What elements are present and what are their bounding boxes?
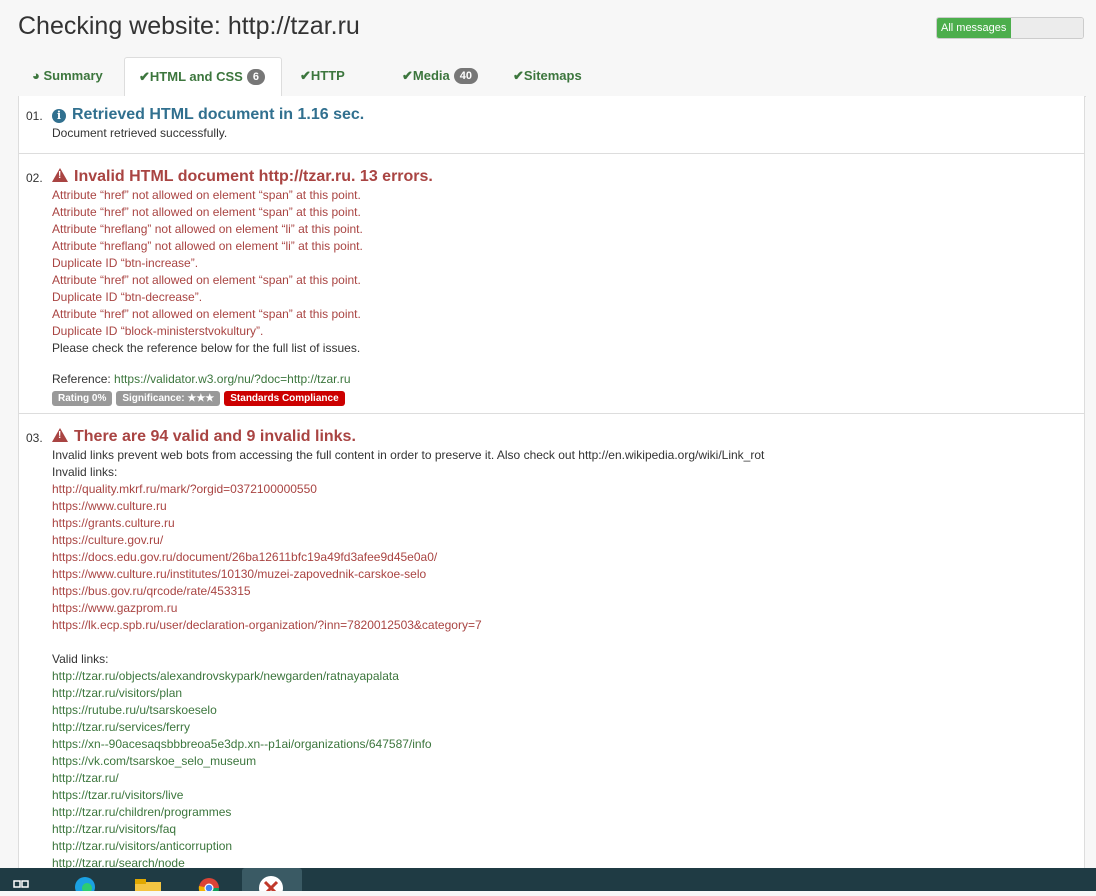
valid-link[interactable]: http://tzar.ru/visitors/plan [52, 685, 1084, 702]
tab-label: Summary [43, 68, 103, 83]
error-line: Attribute “href” not allowed on element … [52, 273, 361, 287]
issues-note: Please check the reference below for the… [52, 341, 361, 355]
edge-icon[interactable] [70, 872, 100, 896]
dashboard-icon: ◕ [32, 68, 40, 83]
check-icon: ✔ [300, 68, 311, 83]
toggle-label: All messages [937, 18, 1011, 38]
standards-label: Standards Compliance [224, 391, 345, 406]
heading-text: Invalid HTML document http://tzar.ru. 13… [74, 168, 433, 185]
task-view-icon[interactable] [8, 872, 36, 891]
invalid-link[interactable]: https://culture.gov.ru/ [52, 532, 1084, 549]
valid-link[interactable]: http://tzar.ru/visitors/faq [52, 821, 1084, 838]
tab-summary[interactable]: ◕ Summary [18, 57, 122, 95]
heading-text: Retrieved HTML document in 1.16 sec. [72, 106, 365, 123]
error-line: Duplicate ID “btn-increase”. [52, 256, 199, 270]
tab-label: Media [412, 68, 450, 83]
results-panel: 01. i Retrieved HTML document in 1.16 sec… [18, 96, 1085, 876]
tab-badge: 6 [246, 69, 265, 85]
warning-icon [52, 168, 68, 182]
tab-bar: ◕ Summary ✔HTML and CSS6 ✔HTTP4 ✔Media40… [18, 57, 1086, 122]
check-icon: ✔ [513, 68, 524, 83]
invalid-link[interactable]: https://docs.edu.gov.ru/document/26ba126… [52, 549, 1084, 566]
warning-icon [52, 428, 68, 442]
item-heading: Invalid HTML document http://tzar.ru. 13… [52, 167, 1084, 187]
chrome-icon[interactable] [194, 872, 224, 896]
invalid-link[interactable]: https://www.gazprom.ru [52, 600, 1084, 617]
result-item: 02. Invalid HTML document http://tzar.ru… [19, 154, 1084, 414]
valid-link[interactable]: http://tzar.ru/services/ferry [52, 719, 1084, 736]
item-number: 01. [26, 109, 43, 123]
invalid-links-label: Invalid links: [52, 465, 118, 479]
reference-label: Reference: [52, 372, 111, 386]
tab-media[interactable]: ✔Media 40 [388, 57, 492, 95]
result-item: 03. There are 94 valid and 9 invalid lin… [19, 414, 1084, 872]
tab-label: HTML and CSS [149, 69, 243, 84]
valid-link[interactable]: https://tzar.ru/visitors/live [52, 787, 1084, 804]
item-text: Document retrieved successfully. [52, 126, 228, 140]
reference-link[interactable]: https://validator.w3.org/nu/?doc=http://… [114, 372, 350, 386]
taskbar [0, 868, 1096, 896]
labels-row: Rating 0% Significance: ★★★ Standards Comp… [52, 389, 1084, 406]
valid-links-label: Valid links: [52, 652, 109, 666]
valid-link[interactable]: https://vk.com/tsarskoe_selo_museum [52, 753, 1084, 770]
error-line: Attribute “href” not allowed on element … [52, 205, 361, 219]
toggle-off-area [1011, 18, 1083, 38]
error-line: Attribute “hreflang” not allowed on elem… [52, 239, 363, 253]
error-line: Duplicate ID “btn-decrease”. [52, 290, 203, 304]
rating-label: Rating 0% [52, 391, 113, 406]
links-description: Invalid links prevent web bots from acce… [52, 448, 765, 462]
significance-label: Significance: ★★★ [116, 391, 221, 406]
error-line: Attribute “href” not allowed on element … [52, 188, 361, 202]
page-title: Checking website: http://tzar.ru [18, 12, 360, 40]
item-number: 02. [26, 171, 43, 185]
item-heading: There are 94 valid and 9 invalid links. [52, 427, 1084, 447]
valid-link[interactable]: https://xn--90acesaqsbbbreoa5e3dp.xn--p1… [52, 736, 1084, 753]
invalid-link[interactable]: http://quality.mkrf.ru/mark/?orgid=03721… [52, 481, 1084, 498]
result-item: 01. i Retrieved HTML document in 1.16 sec… [19, 96, 1084, 154]
error-line: Attribute “hreflang” not allowed on elem… [52, 222, 363, 236]
heading-text: There are 94 valid and 9 invalid links. [74, 428, 356, 445]
all-messages-toggle[interactable]: All messages [936, 17, 1084, 39]
tab-badge: 40 [453, 68, 478, 84]
valid-link[interactable]: http://tzar.ru/objects/alexandrovskypark… [52, 668, 1084, 685]
valid-link[interactable]: http://tzar.ru/ [52, 770, 1084, 787]
tab-http[interactable]: ✔HTTP4 [286, 57, 376, 122]
tab-sitemaps[interactable]: ✔Sitemaps3 [499, 57, 611, 122]
info-icon: i [52, 109, 66, 123]
error-line: Duplicate ID “block-ministerstvokultury”… [52, 324, 264, 338]
check-icon: ✔ [139, 69, 150, 84]
valid-link[interactable]: http://tzar.ru/visitors/anticorruption [52, 838, 1084, 855]
tab-label: Sitemaps [523, 68, 582, 83]
valid-link[interactable]: http://tzar.ru/children/programmes [52, 804, 1084, 821]
reference: Reference: https://validator.w3.org/nu/?… [52, 371, 1084, 388]
tab-label: HTTP [310, 68, 345, 83]
file-explorer-icon[interactable] [132, 872, 162, 894]
invalid-link[interactable]: https://www.culture.ru/institutes/10130/… [52, 566, 1084, 583]
invalid-link[interactable]: https://grants.culture.ru [52, 515, 1084, 532]
invalid-link[interactable]: https://www.culture.ru [52, 498, 1084, 515]
invalid-link[interactable]: https://bus.gov.ru/qrcode/rate/453315 [52, 583, 1084, 600]
error-line: Attribute “href” not allowed on element … [52, 307, 361, 321]
tab-html-css[interactable]: ✔HTML and CSS 6 [124, 57, 282, 97]
item-number: 03. [26, 431, 43, 445]
check-icon: ✔ [402, 68, 413, 83]
invalid-link[interactable]: https://lk.ecp.spb.ru/user/declaration-o… [52, 617, 1084, 634]
valid-link[interactable]: https://rutube.ru/u/tsarskoeselo [52, 702, 1084, 719]
app-icon[interactable] [242, 868, 302, 896]
item-heading: i Retrieved HTML document in 1.16 sec. [52, 105, 1084, 125]
